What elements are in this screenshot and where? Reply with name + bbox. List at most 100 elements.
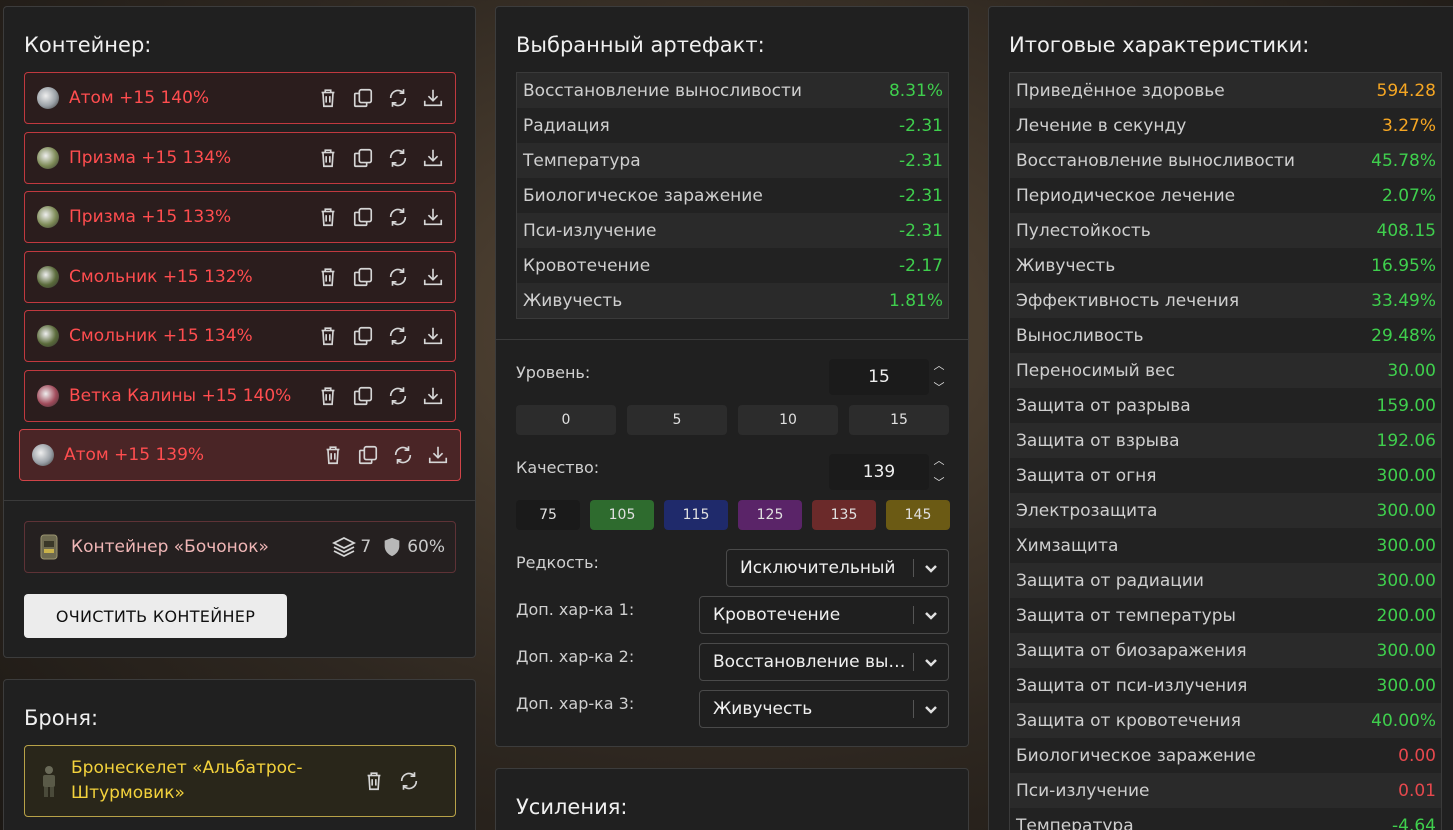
- artifact-item[interactable]: Атом +15 140%: [24, 72, 456, 124]
- delete-artifact-button[interactable]: [315, 146, 340, 171]
- stat-value: 192.06: [1376, 430, 1436, 451]
- stat-value: 2.07%: [1381, 185, 1436, 206]
- stat-label: Биологическое заражение: [523, 185, 763, 206]
- duplicate-artifact-button[interactable]: [350, 265, 375, 290]
- quality-preset-button[interactable]: 105: [590, 500, 654, 530]
- stat-label: Защита от взрыва: [1016, 430, 1180, 451]
- selected-stats-table: Восстановление выносливости 8.31% Радиаци…: [516, 72, 949, 319]
- quality-input[interactable]: 139: [829, 454, 929, 490]
- swap-artifact-button[interactable]: [385, 324, 410, 349]
- artifact-item[interactable]: Атом +15 139%: [19, 429, 461, 481]
- duplicate-artifact-button[interactable]: [350, 205, 375, 230]
- stat-value: 159.00: [1376, 395, 1436, 416]
- level-presets: 0 5 10 15: [516, 405, 949, 435]
- level-input[interactable]: 15: [829, 359, 929, 395]
- artifact-item[interactable]: Смольник +15 134%: [24, 310, 456, 362]
- chevron-down-icon: [914, 702, 948, 716]
- rarity-select[interactable]: Исключительный: [726, 549, 949, 587]
- level-spinner[interactable]: ︿ ﹀: [932, 359, 946, 395]
- trash-icon: [317, 206, 339, 228]
- swap-artifact-button[interactable]: [385, 384, 410, 409]
- swap-armor-button[interactable]: [396, 769, 421, 794]
- delete-artifact-button[interactable]: [315, 205, 340, 230]
- stat-label: Пси-излучение: [523, 220, 657, 241]
- quality-spinner[interactable]: ︿ ﹀: [932, 454, 946, 490]
- container-name: Контейнер «Бочонок»: [71, 537, 269, 557]
- stat-value: -4.64: [1392, 815, 1436, 830]
- stat-row: Защита от взрыва 192.06: [1010, 423, 1441, 458]
- quality-preset-button[interactable]: 145: [886, 500, 950, 530]
- stat-row: Защита от температуры 200.00: [1010, 598, 1441, 633]
- load-artifact-button[interactable]: [420, 86, 445, 111]
- stat-value: 300.00: [1376, 465, 1436, 486]
- artifact-item[interactable]: Смольник +15 132%: [24, 251, 456, 303]
- artifact-name: Атом +15 139%: [64, 445, 205, 465]
- delete-armor-button[interactable]: [361, 769, 386, 794]
- level-preset-button[interactable]: 5: [627, 405, 727, 435]
- swap-artifact-button[interactable]: [385, 86, 410, 111]
- stat-row: Выносливость 29.48%: [1010, 318, 1441, 353]
- stat-value: 300.00: [1376, 570, 1436, 591]
- delete-artifact-button[interactable]: [315, 265, 340, 290]
- delete-artifact-button[interactable]: [315, 86, 340, 111]
- quality-preset-button[interactable]: 135: [812, 500, 876, 530]
- extra1-select[interactable]: Кровотечение: [699, 596, 949, 634]
- duplicate-artifact-button[interactable]: [355, 443, 380, 468]
- stat-label: Переносимый вес: [1016, 360, 1175, 381]
- artifact-item[interactable]: Призма +15 134%: [24, 132, 456, 184]
- swap-artifact-button[interactable]: [385, 265, 410, 290]
- quality-preset-button[interactable]: 75: [516, 500, 580, 530]
- stat-value: 300.00: [1376, 500, 1436, 521]
- duplicate-artifact-button[interactable]: [350, 86, 375, 111]
- load-artifact-button[interactable]: [420, 265, 445, 290]
- level-preset-button[interactable]: 15: [849, 405, 949, 435]
- load-artifact-button[interactable]: [420, 384, 445, 409]
- duplicate-artifact-button[interactable]: [350, 324, 375, 349]
- quality-preset-button[interactable]: 125: [738, 500, 802, 530]
- level-preset-button[interactable]: 0: [516, 405, 616, 435]
- extra2-select[interactable]: Восстановление выносливости: [699, 643, 949, 681]
- duplicate-artifact-button[interactable]: [350, 384, 375, 409]
- container-item[interactable]: Контейнер «Бочонок» 7 60%: [24, 521, 456, 573]
- stat-row: Температура -4.64: [1010, 808, 1441, 830]
- artifact-name: Призма +15 134%: [69, 148, 232, 168]
- extra2-value: Восстановление выносливости: [713, 652, 913, 672]
- chevron-down-icon[interactable]: ﹀: [932, 476, 946, 490]
- divider: [496, 339, 968, 340]
- load-artifact-button[interactable]: [420, 146, 445, 171]
- armor-item[interactable]: Бронескелет «Альбатрос-Штурмовик»: [24, 745, 456, 817]
- rarity-label: Редкость:: [516, 553, 599, 572]
- duplicate-artifact-button[interactable]: [350, 146, 375, 171]
- armor-thumb-icon: [37, 764, 61, 798]
- chevron-up-icon[interactable]: ︿: [932, 454, 946, 468]
- chevron-up-icon[interactable]: ︿: [932, 359, 946, 373]
- delete-artifact-button[interactable]: [315, 384, 340, 409]
- clear-container-button[interactable]: ОЧИСТИТЬ КОНТЕЙНЕР: [24, 594, 287, 638]
- boosts-title: Усиления:: [516, 795, 628, 819]
- swap-artifact-button[interactable]: [385, 146, 410, 171]
- quality-preset-button[interactable]: 115: [664, 500, 728, 530]
- load-artifact-button[interactable]: [425, 443, 450, 468]
- container-protection: 60%: [381, 536, 445, 558]
- load-artifact-button[interactable]: [420, 324, 445, 349]
- load-artifact-button[interactable]: [420, 205, 445, 230]
- artifact-item[interactable]: Ветка Калины +15 140%: [24, 370, 456, 422]
- swap-artifact-button[interactable]: [385, 205, 410, 230]
- stat-row: Защита от радиации 300.00: [1010, 563, 1441, 598]
- stat-label: Защита от кровотечения: [1016, 710, 1241, 731]
- boosts-panel: Усиления:: [495, 768, 969, 830]
- artifact-item[interactable]: Призма +15 133%: [24, 191, 456, 243]
- artifact-name: Призма +15 133%: [69, 207, 232, 227]
- stat-label: Защита от радиации: [1016, 570, 1204, 591]
- extra3-select[interactable]: Живучесть: [699, 690, 949, 728]
- chevron-down-icon[interactable]: ﹀: [932, 381, 946, 395]
- delete-artifact-button[interactable]: [320, 443, 345, 468]
- delete-artifact-button[interactable]: [315, 324, 340, 349]
- level-preset-button[interactable]: 10: [738, 405, 838, 435]
- artifact-name: Смольник +15 132%: [69, 267, 253, 287]
- swap-artifact-button[interactable]: [390, 443, 415, 468]
- stat-label: Пулестойкость: [1016, 220, 1151, 241]
- stat-label: Радиация: [523, 115, 610, 136]
- stat-label: Температура: [523, 150, 641, 171]
- refresh-icon: [387, 266, 409, 288]
